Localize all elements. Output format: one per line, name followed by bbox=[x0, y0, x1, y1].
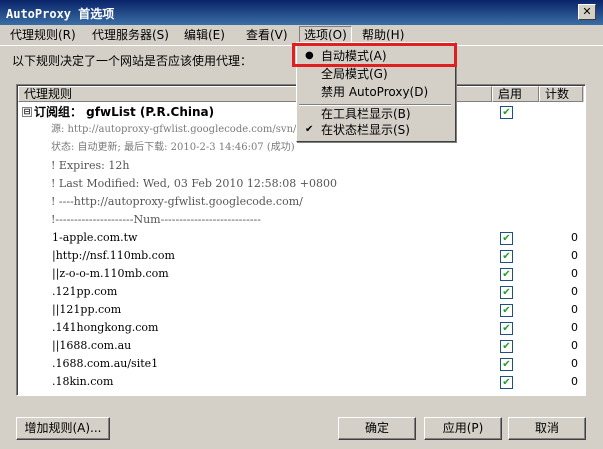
rule-count: 0 bbox=[571, 357, 578, 370]
table-row[interactable]: .1688.com.au/site1 ✔ 0 bbox=[18, 355, 584, 373]
add-rule-button[interactable]: 增加规则(A)... bbox=[16, 417, 110, 440]
table-row[interactable]: 1-apple.com.tw ✔ 0 bbox=[18, 229, 584, 247]
rule-count: 0 bbox=[571, 285, 578, 298]
cancel-button[interactable]: 取消 bbox=[508, 417, 586, 440]
rule-enabled-checkbox[interactable]: ✔ bbox=[500, 376, 513, 389]
rule-count: 0 bbox=[571, 375, 578, 388]
rule-count: 0 bbox=[571, 303, 578, 316]
menu-view[interactable]: 查看(V) bbox=[242, 27, 292, 43]
collapse-icon[interactable]: ⊟ bbox=[22, 107, 32, 117]
rule-enabled-checkbox[interactable]: ✔ bbox=[500, 232, 513, 245]
comment-row[interactable]: ! Last Modified: Wed, 03 Feb 2010 12:58:… bbox=[51, 175, 337, 193]
group-label: 订阅组： gfwList (P.R.China) bbox=[34, 105, 215, 119]
menu-proxy-rules[interactable]: 代理规则(R) bbox=[6, 27, 80, 43]
rule-text: ||1688.com.au bbox=[52, 339, 132, 352]
menu-proxy-servers[interactable]: 代理服务器(S) bbox=[88, 27, 173, 43]
table-row[interactable]: ||z-o-o-m.110mb.com ✔ 0 bbox=[18, 265, 584, 283]
rule-count: 0 bbox=[571, 249, 578, 262]
menu-help[interactable]: 帮助(H) bbox=[358, 27, 408, 43]
rule-text: |http://nsf.110mb.com bbox=[52, 249, 175, 262]
close-icon[interactable]: ✕ bbox=[578, 4, 596, 20]
annotation-highlight-box bbox=[292, 43, 457, 67]
rule-enabled-checkbox[interactable]: ✔ bbox=[500, 286, 513, 299]
menu-item-label: 在状态栏显示(S) bbox=[321, 123, 410, 137]
group-enabled-checkbox[interactable]: ✔ bbox=[500, 106, 513, 119]
menu-item-show-statusbar[interactable]: ✔ 在状态栏显示(S) bbox=[297, 121, 451, 139]
menu-item-label: 全局模式(G) bbox=[321, 67, 388, 81]
rule-enabled-checkbox[interactable]: ✔ bbox=[500, 322, 513, 335]
comment-row[interactable]: ! ----http://autoproxy-gfwlist.googlecod… bbox=[51, 193, 303, 211]
rule-count: 0 bbox=[571, 321, 578, 334]
rule-count: 0 bbox=[571, 339, 578, 352]
comment-row[interactable]: 状态: 自动更新; 最后下载: 2010-2-3 14:46:07 (成功) bbox=[51, 139, 295, 157]
rule-enabled-checkbox[interactable]: ✔ bbox=[500, 250, 513, 263]
table-row[interactable]: .121pp.com ✔ 0 bbox=[18, 283, 584, 301]
rule-enabled-checkbox[interactable]: ✔ bbox=[500, 358, 513, 371]
rule-text: .141hongkong.com bbox=[52, 321, 159, 334]
rule-enabled-checkbox[interactable]: ✔ bbox=[500, 304, 513, 317]
rule-enabled-checkbox[interactable]: ✔ bbox=[500, 340, 513, 353]
rule-enabled-checkbox[interactable]: ✔ bbox=[500, 268, 513, 281]
comment-row[interactable]: ! Expires: 12h bbox=[51, 157, 129, 175]
window-title: AutoProxy 首选项 bbox=[6, 7, 115, 21]
rule-count: 0 bbox=[571, 267, 578, 280]
intro-text: 以下规则决定了一个网站是否应该使用代理： bbox=[12, 54, 253, 68]
checkmark-icon: ✔ bbox=[305, 124, 314, 135]
rule-text: .1688.com.au/site1 bbox=[52, 357, 159, 370]
rule-text: 1-apple.com.tw bbox=[52, 231, 138, 244]
menu-item-label: 在工具栏显示(B) bbox=[321, 107, 411, 121]
rule-text: ||z-o-o-m.110mb.com bbox=[52, 267, 169, 280]
title-bar[interactable]: AutoProxy 首选项 ✕ bbox=[0, 0, 603, 25]
table-row[interactable]: .141hongkong.com ✔ 0 bbox=[18, 319, 584, 337]
menu-item-label: 禁用 AutoProxy(D) bbox=[321, 85, 429, 99]
rule-count: 0 bbox=[571, 231, 578, 244]
comment-row[interactable]: 源: http://autoproxy-gfwlist.googlecode.c… bbox=[51, 121, 306, 139]
header-count[interactable]: 计数 bbox=[539, 86, 583, 102]
table-row[interactable]: ||1688.com.au ✔ 0 bbox=[18, 337, 584, 355]
rule-text: .18kin.com bbox=[52, 375, 114, 388]
header-enabled[interactable]: 启用 bbox=[492, 86, 539, 102]
menu-item-global-mode[interactable]: 全局模式(G) bbox=[297, 65, 451, 83]
rule-text: ||121pp.com bbox=[52, 303, 122, 316]
table-row[interactable]: .18kin.com ✔ 0 bbox=[18, 373, 584, 391]
table-row[interactable]: |http://nsf.110mb.com ✔ 0 bbox=[18, 247, 584, 265]
table-row[interactable]: ||121pp.com ✔ 0 bbox=[18, 301, 584, 319]
comment-row[interactable]: !---------------------Num---------------… bbox=[51, 211, 261, 229]
menu-edit[interactable]: 编辑(E) bbox=[180, 27, 229, 43]
ok-button[interactable]: 确定 bbox=[338, 417, 416, 440]
rule-text: .121pp.com bbox=[52, 285, 118, 298]
menu-item-disable[interactable]: 禁用 AutoProxy(D) bbox=[297, 83, 451, 101]
apply-button[interactable]: 应用(P) bbox=[424, 417, 502, 440]
